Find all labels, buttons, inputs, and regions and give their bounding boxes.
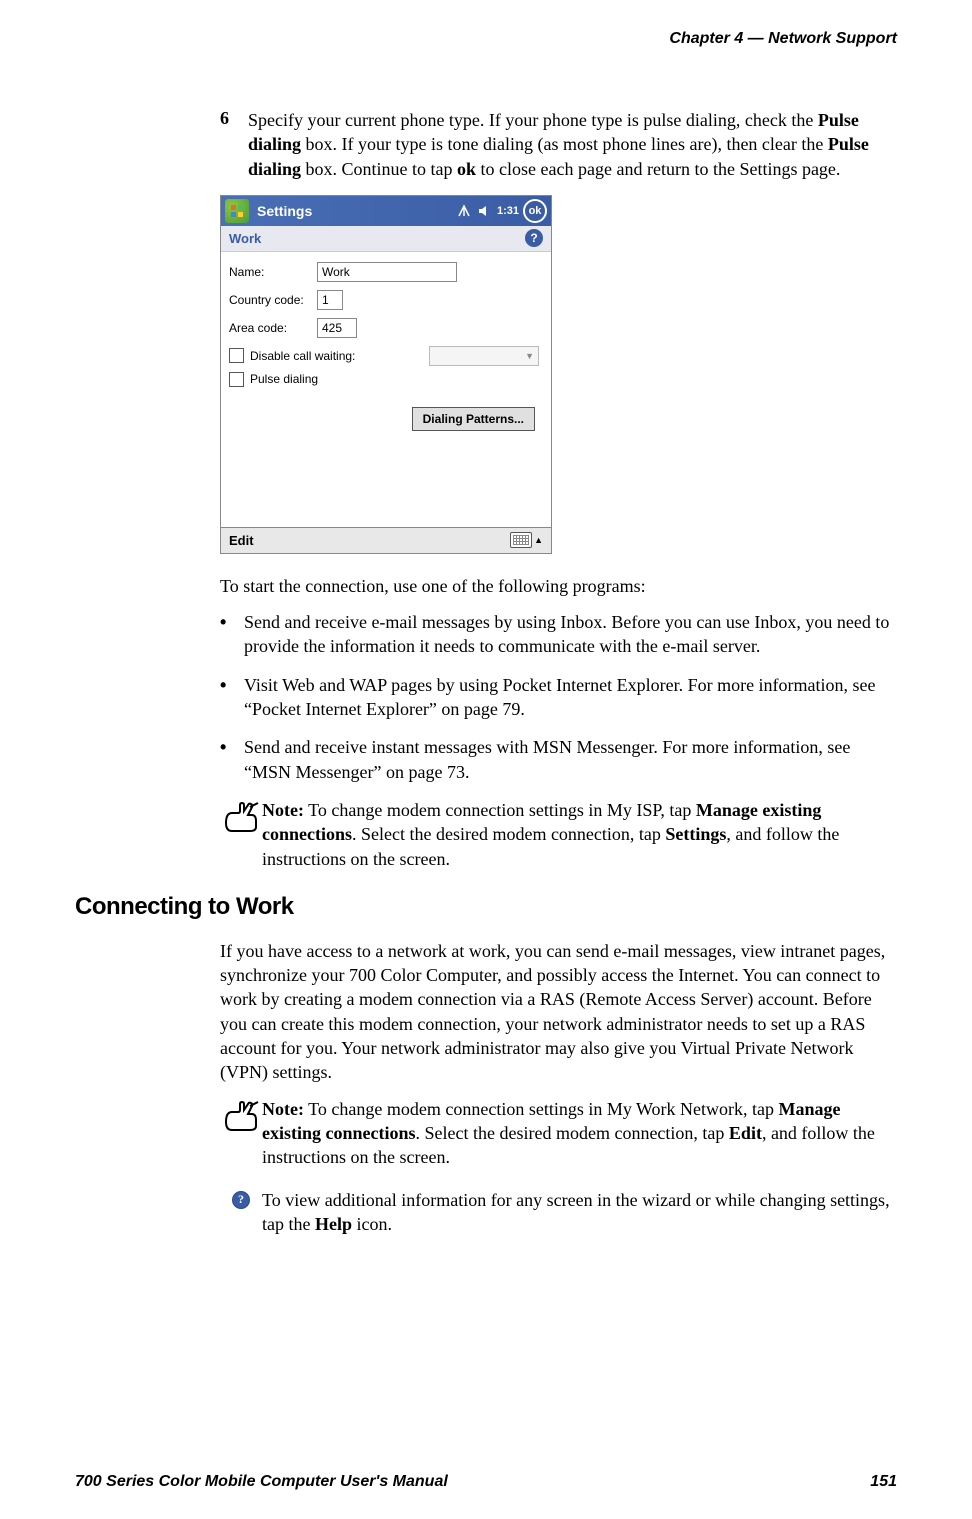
signal-icon — [457, 204, 471, 218]
note-text: Note: To change modem connection setting… — [262, 798, 897, 871]
step-text: Specify your current phone type. If your… — [248, 108, 897, 181]
name-label: Name: — [229, 265, 317, 279]
call-waiting-dropdown[interactable]: ▼ — [429, 346, 539, 366]
page-footer: 700 Series Color Mobile Computer User's … — [75, 1473, 897, 1491]
help-icon[interactable]: ? — [525, 229, 543, 247]
list-item: • Send and receive e-mail messages by us… — [220, 610, 897, 659]
help-note-text: To view additional information for any s… — [262, 1188, 897, 1237]
speaker-icon — [477, 204, 491, 218]
note-hand-icon — [220, 798, 262, 871]
window-title: Settings — [257, 203, 457, 219]
pulse-dialing-label: Pulse dialing — [250, 372, 318, 386]
help-note-block: ? To view additional information for any… — [220, 1188, 897, 1237]
country-code-input[interactable] — [317, 290, 343, 310]
list-item: • Send and receive instant messages with… — [220, 735, 897, 784]
page-header: Chapter 4 — Network Support — [75, 30, 897, 48]
note-hand-icon — [220, 1097, 262, 1170]
bullet-marker: • — [220, 735, 234, 784]
list-item: • Visit Web and WAP pages by using Pocke… — [220, 673, 897, 722]
footer-left: 700 Series Color Mobile Computer User's … — [75, 1473, 448, 1491]
start-icon[interactable] — [225, 199, 249, 223]
bullet-text: Send and receive instant messages with M… — [244, 735, 897, 784]
subheader: Work ? — [221, 226, 551, 252]
clock: 1:31 — [497, 205, 519, 217]
country-code-label: Country code: — [229, 293, 317, 307]
area-code-label: Area code: — [229, 321, 317, 335]
titlebar: Settings 1:31 ok — [221, 196, 551, 226]
keyboard-toggle[interactable]: ▲ — [510, 532, 543, 548]
connecting-to-work-para: If you have access to a network at work,… — [220, 939, 897, 1085]
keyboard-icon — [510, 532, 532, 548]
step-6: 6 Specify your current phone type. If yo… — [220, 108, 897, 181]
status-icons: 1:31 — [457, 204, 519, 218]
bullet-marker: • — [220, 610, 234, 659]
bottombar: Edit ▲ — [221, 527, 551, 553]
chevron-down-icon: ▼ — [525, 351, 534, 361]
subheader-title: Work — [229, 231, 261, 246]
pulse-dialing-checkbox[interactable] — [229, 372, 244, 387]
note-text: Note: To change modem connection setting… — [262, 1097, 897, 1170]
header-text: Chapter 4 — Network Support — [669, 30, 897, 47]
disable-call-waiting-label: Disable call waiting: — [250, 349, 355, 363]
up-triangle-icon: ▲ — [534, 535, 543, 545]
step-number: 6 — [220, 108, 238, 181]
embedded-screenshot: Settings 1:31 ok Work ? N — [220, 195, 897, 554]
note-block-2: Note: To change modem connection setting… — [220, 1097, 897, 1170]
post-screenshot-para: To start the connection, use one of the … — [220, 574, 897, 598]
help-icon: ? — [220, 1188, 262, 1237]
dialing-patterns-button[interactable]: Dialing Patterns... — [412, 407, 535, 431]
bullet-text: Send and receive e-mail messages by usin… — [244, 610, 897, 659]
edit-menu[interactable]: Edit — [229, 533, 254, 548]
section-heading: Connecting to Work — [75, 893, 897, 921]
ok-button[interactable]: ok — [523, 199, 547, 223]
form-body: Name: Country code: Area code: Disable c… — [221, 252, 551, 527]
bullet-list: • Send and receive e-mail messages by us… — [220, 610, 897, 784]
bullet-marker: • — [220, 673, 234, 722]
pocketpc-window: Settings 1:31 ok Work ? N — [220, 195, 552, 554]
disable-call-waiting-checkbox[interactable] — [229, 348, 244, 363]
area-code-input[interactable] — [317, 318, 357, 338]
bullet-text: Visit Web and WAP pages by using Pocket … — [244, 673, 897, 722]
note-block-1: Note: To change modem connection setting… — [220, 798, 897, 871]
footer-right: 151 — [870, 1473, 897, 1491]
name-input[interactable] — [317, 262, 457, 282]
